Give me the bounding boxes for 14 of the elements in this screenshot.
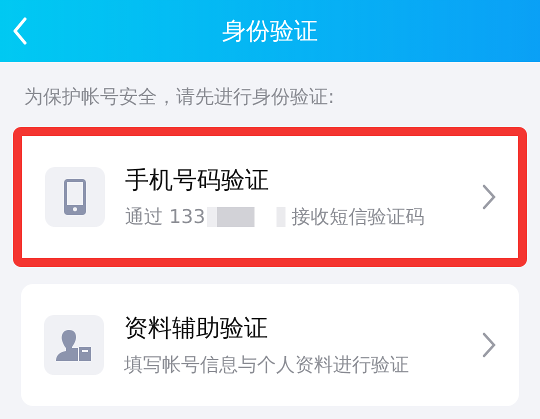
option-card[interactable]: 手机号码验证 通过 133 接收短信验证码 <box>13 127 527 267</box>
chevron-right-icon <box>482 184 496 210</box>
hint-text: 为保护帐号安全，请先进行身份验证: <box>24 86 334 108</box>
chevron-right-icon <box>482 332 496 358</box>
option-title: 手机号码验证 <box>125 165 270 196</box>
page-title: 身份验证 <box>222 16 318 47</box>
phone-icon <box>64 179 86 215</box>
option-title: 资料辅助验证 <box>124 313 269 344</box>
option-subtitle: 填写帐号信息与个人资料进行验证 <box>124 353 409 378</box>
option-subtitle: 通过 133 <box>125 205 206 230</box>
option-card[interactable]: 资料辅助验证 填写帐号信息与个人资料进行验证 <box>21 284 519 406</box>
back-icon[interactable] <box>12 17 28 45</box>
option-subtitle: 接收短信验证码 <box>291 205 424 230</box>
person-card-icon <box>56 328 92 362</box>
